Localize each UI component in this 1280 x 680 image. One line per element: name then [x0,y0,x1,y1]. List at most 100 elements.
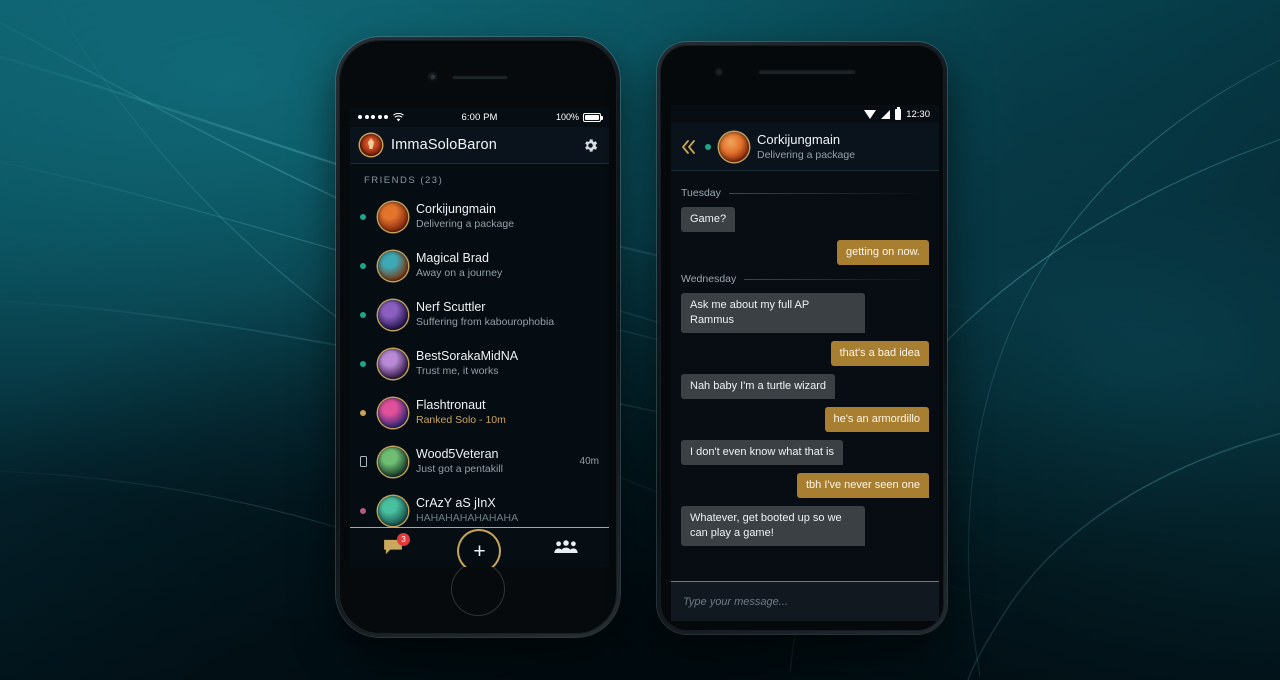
mobile-status-icon [356,456,370,467]
message-thread: Tuesday Game? getting on now. Wednesday Ask … [671,171,939,581]
nav-item-friends[interactable] [523,540,609,554]
message-bubble[interactable]: Whatever, get booted up so we can play a… [681,506,865,546]
battery-icon [583,112,603,122]
message-composer[interactable]: Type your message... [671,581,939,621]
friend-name: CrAzY aS jInX [416,496,496,510]
day-label: Wednesday [681,273,737,285]
friend-name: Corkijungmain [416,202,496,216]
iphone-bezel: 6:00 PM 100% ImmaSoloBaron FRIENDS (23) … [339,40,617,634]
chat-bubble-icon: 3 [383,533,411,555]
contact-status-text: Delivering a package [757,148,856,161]
status-dot [360,409,366,416]
message-bubble[interactable]: Ask me about my full AP Rammus [681,293,865,333]
message-bubble[interactable]: Game? [681,207,736,232]
front-camera-icon [715,68,723,76]
plus-icon[interactable]: + [459,531,500,567]
status-dot-online [356,311,370,318]
friends-list: Corkijungmain Delivering a package Magical… [350,192,609,535]
status-dot-online [356,360,370,367]
day-separator: Tuesday [681,187,929,199]
bottom-nav-bar: 3 + [350,527,609,567]
friend-status-text: Ranked Solo - 10m [416,414,506,426]
status-dot-online [356,262,370,269]
friend-row[interactable]: Magical Brad Away on a journey [350,241,609,290]
message-input-placeholder[interactable]: Type your message... [683,596,788,608]
message-out: tbh I've never seen one [681,473,929,498]
friend-status-text: HAHAHAHAHAHAHA [416,512,519,524]
message-bubble[interactable]: I don't even know what that is [681,440,843,465]
message-bubble[interactable]: getting on now. [836,240,929,265]
wifi-icon [864,109,877,119]
message-out: that's a bad idea [681,341,929,366]
android-device: 12:30 Corkijungmain Delivering a package… [657,42,947,634]
friend-status-text: Suffering from kabourophobia [416,316,555,328]
ios-clock: 6:00 PM [461,111,498,123]
message-bubble[interactable]: that's a bad idea [830,341,929,366]
friend-avatar[interactable] [378,348,408,379]
friend-meta: CrAzY aS jInX HAHAHAHAHAHAHA [416,496,599,525]
friend-avatar[interactable] [378,299,408,330]
friend-meta: Nerf Scuttler Suffering from kabourophobi… [416,300,599,329]
friend-avatar[interactable] [378,250,408,281]
contact-name: Corkijungmain [757,131,841,147]
message-in: Whatever, get booted up so we can play a… [681,506,929,546]
android-clock: 12:30 [906,108,930,120]
friend-row[interactable]: Corkijungmain Delivering a package [350,192,609,241]
message-bubble[interactable]: tbh I've never seen one [796,473,929,498]
status-dot-online [356,213,370,220]
friend-name: Nerf Scuttler [416,300,486,314]
contact-avatar[interactable] [719,131,749,162]
day-rule [728,192,929,194]
friend-avatar[interactable] [378,397,408,428]
status-dot [360,507,366,514]
chat-badge: 3 [397,533,411,546]
app-header: ImmaSoloBaron [350,127,609,164]
message-in: I don't even know what that is [681,440,929,465]
message-in: Nah baby I'm a turtle wizard [681,374,929,399]
friend-name: Wood5Veteran [416,447,499,461]
message-in: Ask me about my full AP Rammus [681,293,929,333]
friend-avatar[interactable] [378,495,408,526]
summoner-crest-icon [360,134,382,156]
message-out: he's an armordillo [681,407,929,432]
friend-row[interactable]: Wood5Veteran Just got a pentakill 40m [350,437,609,486]
day-separator: Wednesday [681,273,929,285]
friend-meta: Wood5Veteran Just got a pentakill [416,447,566,476]
status-dot [360,360,366,367]
group-people-icon [554,540,578,553]
android-screen: 12:30 Corkijungmain Delivering a package… [671,105,939,621]
android-bezel: 12:30 Corkijungmain Delivering a package… [660,45,944,631]
status-dot-in-game [356,409,370,416]
friend-meta: Corkijungmain Delivering a package [416,202,599,231]
status-dot [360,262,366,269]
message-out: getting on now. [681,240,929,265]
background-artwork [0,0,1280,680]
gear-icon[interactable] [582,137,599,154]
back-chevron-icon[interactable] [681,138,697,156]
status-dot [360,311,366,318]
earpiece-speaker [452,75,508,79]
friend-meta: Magical Brad Away on a journey [416,251,599,280]
battery-icon [895,106,902,120]
status-dot [360,213,366,220]
friend-row[interactable]: Nerf Scuttler Suffering from kabourophobi… [350,290,609,339]
ios-status-bar: 6:00 PM 100% [350,107,609,127]
contact-status-dot [705,143,711,150]
friend-status-text: Trust me, it works [416,365,499,377]
chat-header: Corkijungmain Delivering a package [671,123,939,171]
nav-item-chat[interactable]: 3 [350,533,436,555]
front-camera-icon [428,72,437,81]
friend-avatar[interactable] [378,446,408,477]
message-bubble[interactable]: Nah baby I'm a turtle wizard [681,374,835,399]
friend-row[interactable]: BestSorakaMidNA Trust me, it works [350,339,609,388]
signal-icon [881,109,891,119]
friend-row[interactable]: Flashtronaut Ranked Solo - 10m [350,388,609,437]
home-button[interactable] [451,562,505,616]
friend-avatar[interactable] [378,201,408,232]
username-label: ImmaSoloBaron [391,137,497,153]
friends-section-label: FRIENDS (23) [364,175,444,186]
friend-meta: Flashtronaut Ranked Solo - 10m [416,398,599,427]
iphone-screen: 6:00 PM 100% ImmaSoloBaron FRIENDS (23) … [350,107,609,567]
message-bubble[interactable]: he's an armordillo [824,407,929,432]
day-label: Tuesday [681,187,721,199]
